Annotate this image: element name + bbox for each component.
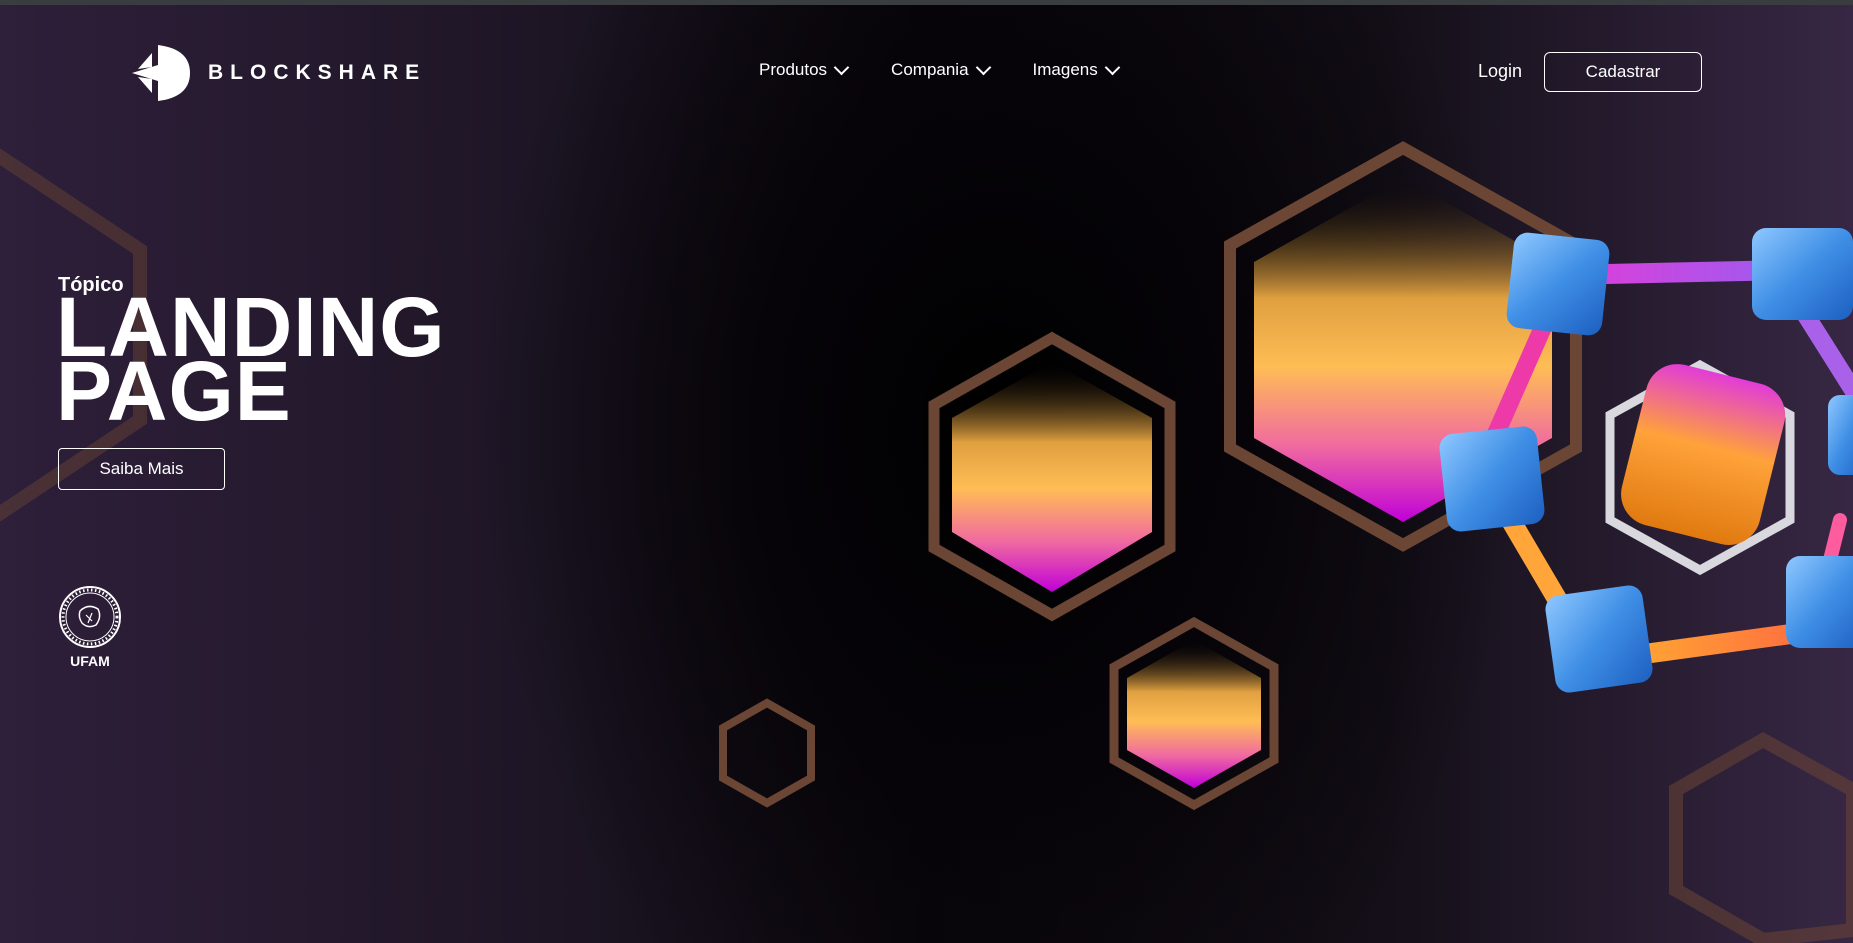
medium-hexagon-fill — [952, 362, 1152, 592]
brand-name: BLOCKSHARE — [208, 61, 427, 84]
chevron-down-icon — [1104, 59, 1121, 76]
signup-button[interactable]: Cadastrar — [1544, 52, 1702, 92]
blue-cube — [1828, 395, 1853, 475]
blue-cube — [1439, 426, 1545, 532]
background-hexagon-right — [1669, 731, 1853, 943]
nav-item-produtos[interactable]: Produtos — [759, 59, 850, 80]
nav-item-label: Produtos — [759, 60, 828, 79]
chevron-down-icon — [975, 59, 991, 76]
ufam-seal-icon — [59, 586, 121, 648]
blue-cube — [1786, 556, 1853, 648]
nav-item-label: Imagens — [1032, 60, 1098, 79]
nav-item-label: Compania — [891, 60, 969, 79]
partner-label: UFAM — [70, 653, 110, 669]
brand-logo[interactable]: BLOCKSHARE — [132, 45, 426, 101]
chevron-down-icon — [833, 59, 850, 76]
blockshare-logo-icon — [132, 45, 190, 101]
tiny-hexagon-outline — [719, 698, 815, 808]
blue-cube — [1752, 228, 1853, 320]
main-nav: Produtos Compania Imagens — [759, 59, 1121, 80]
partner-seal: UFAM — [58, 585, 122, 669]
center-orange-cube — [1621, 364, 1786, 545]
blue-cube — [1545, 585, 1653, 693]
nav-item-imagens[interactable]: Imagens — [1032, 59, 1121, 80]
learn-more-button[interactable]: Saiba Mais — [58, 448, 225, 490]
hero-title-line-2: PAGE — [56, 344, 292, 438]
small-hexagon-fill — [1127, 640, 1261, 788]
blue-cube — [1506, 232, 1610, 336]
nav-item-compania[interactable]: Compania — [891, 59, 991, 80]
login-link[interactable]: Login — [1478, 61, 1522, 82]
hero-title: LANDING PAGE — [56, 285, 446, 433]
hero-artwork — [0, 141, 1853, 943]
